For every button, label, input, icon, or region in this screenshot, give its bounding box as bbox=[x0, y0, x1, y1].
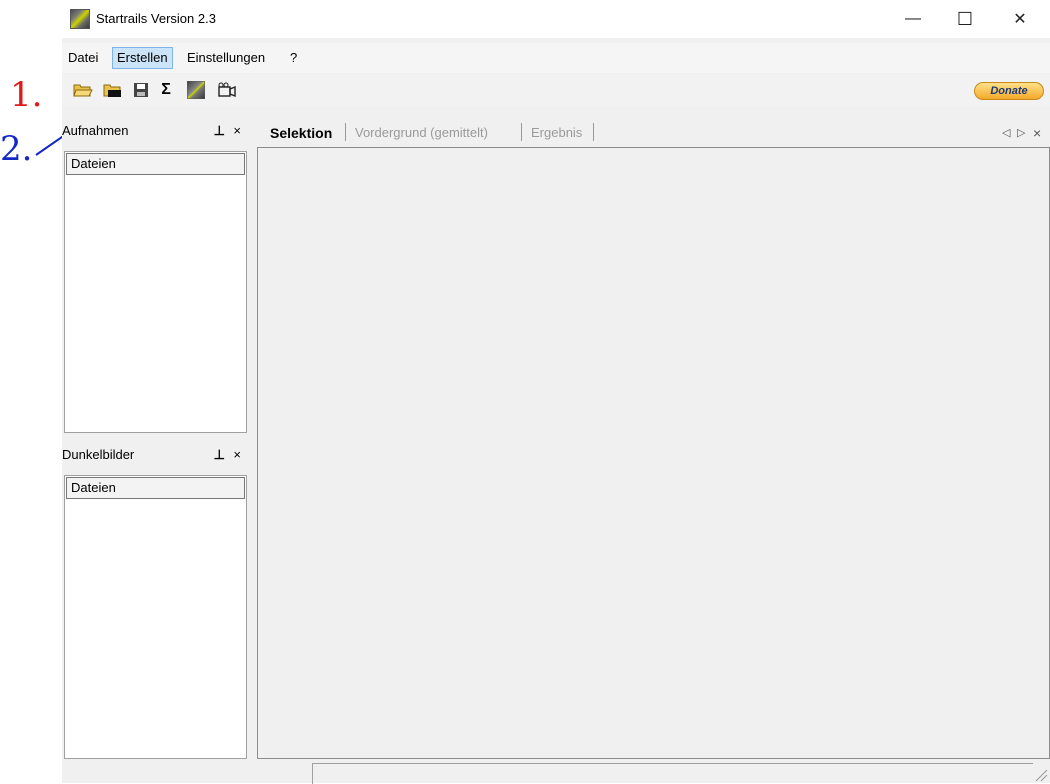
menu-erstellen[interactable]: Erstellen bbox=[112, 47, 173, 69]
save-icon bbox=[134, 83, 148, 97]
annotation-mark-1: 1. bbox=[10, 75, 43, 115]
dunkelbilder-file-list[interactable]: Dateien bbox=[64, 475, 247, 759]
startrails-button[interactable] bbox=[185, 79, 207, 101]
app-icon bbox=[70, 9, 90, 29]
status-segment bbox=[312, 763, 1033, 784]
image-view-area[interactable] bbox=[257, 147, 1050, 759]
tab-separator bbox=[521, 123, 522, 141]
dunkelbilder-close-icon[interactable]: × bbox=[233, 444, 241, 466]
startrails-icon bbox=[187, 81, 205, 99]
tab-selektion[interactable]: Selektion bbox=[270, 123, 332, 143]
tab-vordergrund[interactable]: Vordergrund (gemittelt) bbox=[355, 123, 488, 143]
menu-datei[interactable]: Datei bbox=[64, 48, 102, 68]
title-bar: Startrails Version 2.3 — ☐ ✕ bbox=[62, 0, 1050, 38]
tab-separator bbox=[345, 123, 346, 141]
status-bar bbox=[62, 760, 1050, 784]
tab-next-icon[interactable]: ▷ bbox=[1017, 123, 1025, 143]
annotation-mark-2: 2. bbox=[0, 129, 33, 169]
open-folder-icon bbox=[73, 84, 93, 97]
aufnahmen-file-list[interactable]: Dateien bbox=[64, 151, 247, 433]
toolbar: Σ Donate bbox=[62, 75, 1050, 105]
video-button[interactable] bbox=[215, 79, 237, 101]
aufnahmen-panel-header: Aufnahmen ⊥ × bbox=[62, 120, 247, 142]
aufnahmen-panel-title: Aufnahmen bbox=[62, 123, 129, 138]
resize-grip-icon[interactable] bbox=[1034, 768, 1048, 782]
tab-close-icon[interactable]: × bbox=[1033, 123, 1041, 143]
document-tabs: Selektion Vordergrund (gemittelt) Ergebn… bbox=[257, 117, 1050, 147]
dunkelbilder-column-header[interactable]: Dateien bbox=[66, 477, 245, 499]
dunkelbilder-pin-icon[interactable]: ⊥ bbox=[214, 444, 225, 466]
save-button[interactable] bbox=[130, 79, 152, 101]
sum-button[interactable]: Σ bbox=[155, 79, 177, 101]
dunkelbilder-panel-header: Dunkelbilder ⊥ × bbox=[62, 444, 247, 466]
window-title: Startrails Version 2.3 bbox=[96, 11, 216, 26]
dunkelbilder-panel-title: Dunkelbilder bbox=[62, 447, 135, 462]
video-icon bbox=[218, 82, 236, 98]
tab-ergebnis[interactable]: Ergebnis bbox=[531, 123, 582, 143]
open-darkframe-folder-icon bbox=[103, 84, 121, 97]
open-folder-button[interactable] bbox=[72, 79, 94, 101]
tab-separator bbox=[593, 123, 594, 141]
aufnahmen-column-header[interactable]: Dateien bbox=[66, 153, 245, 175]
maximize-button[interactable]: ☐ bbox=[942, 0, 988, 38]
donate-button[interactable]: Donate bbox=[974, 82, 1044, 100]
open-darkframe-button[interactable] bbox=[102, 79, 124, 101]
app-window: Startrails Version 2.3 — ☐ ✕ Datei Erste… bbox=[62, 0, 1050, 784]
menu-einstellungen[interactable]: Einstellungen bbox=[183, 48, 269, 68]
aufnahmen-close-icon[interactable]: × bbox=[233, 120, 241, 142]
tab-prev-icon[interactable]: ◁ bbox=[1002, 123, 1010, 143]
sum-icon: Σ bbox=[161, 81, 171, 98]
aufnahmen-pin-icon[interactable]: ⊥ bbox=[214, 120, 225, 142]
close-button[interactable]: ✕ bbox=[997, 0, 1043, 38]
minimize-button[interactable]: — bbox=[890, 0, 936, 38]
menu-help[interactable]: ? bbox=[286, 48, 301, 68]
menu-bar: Datei Erstellen Einstellungen ? bbox=[62, 43, 1050, 73]
